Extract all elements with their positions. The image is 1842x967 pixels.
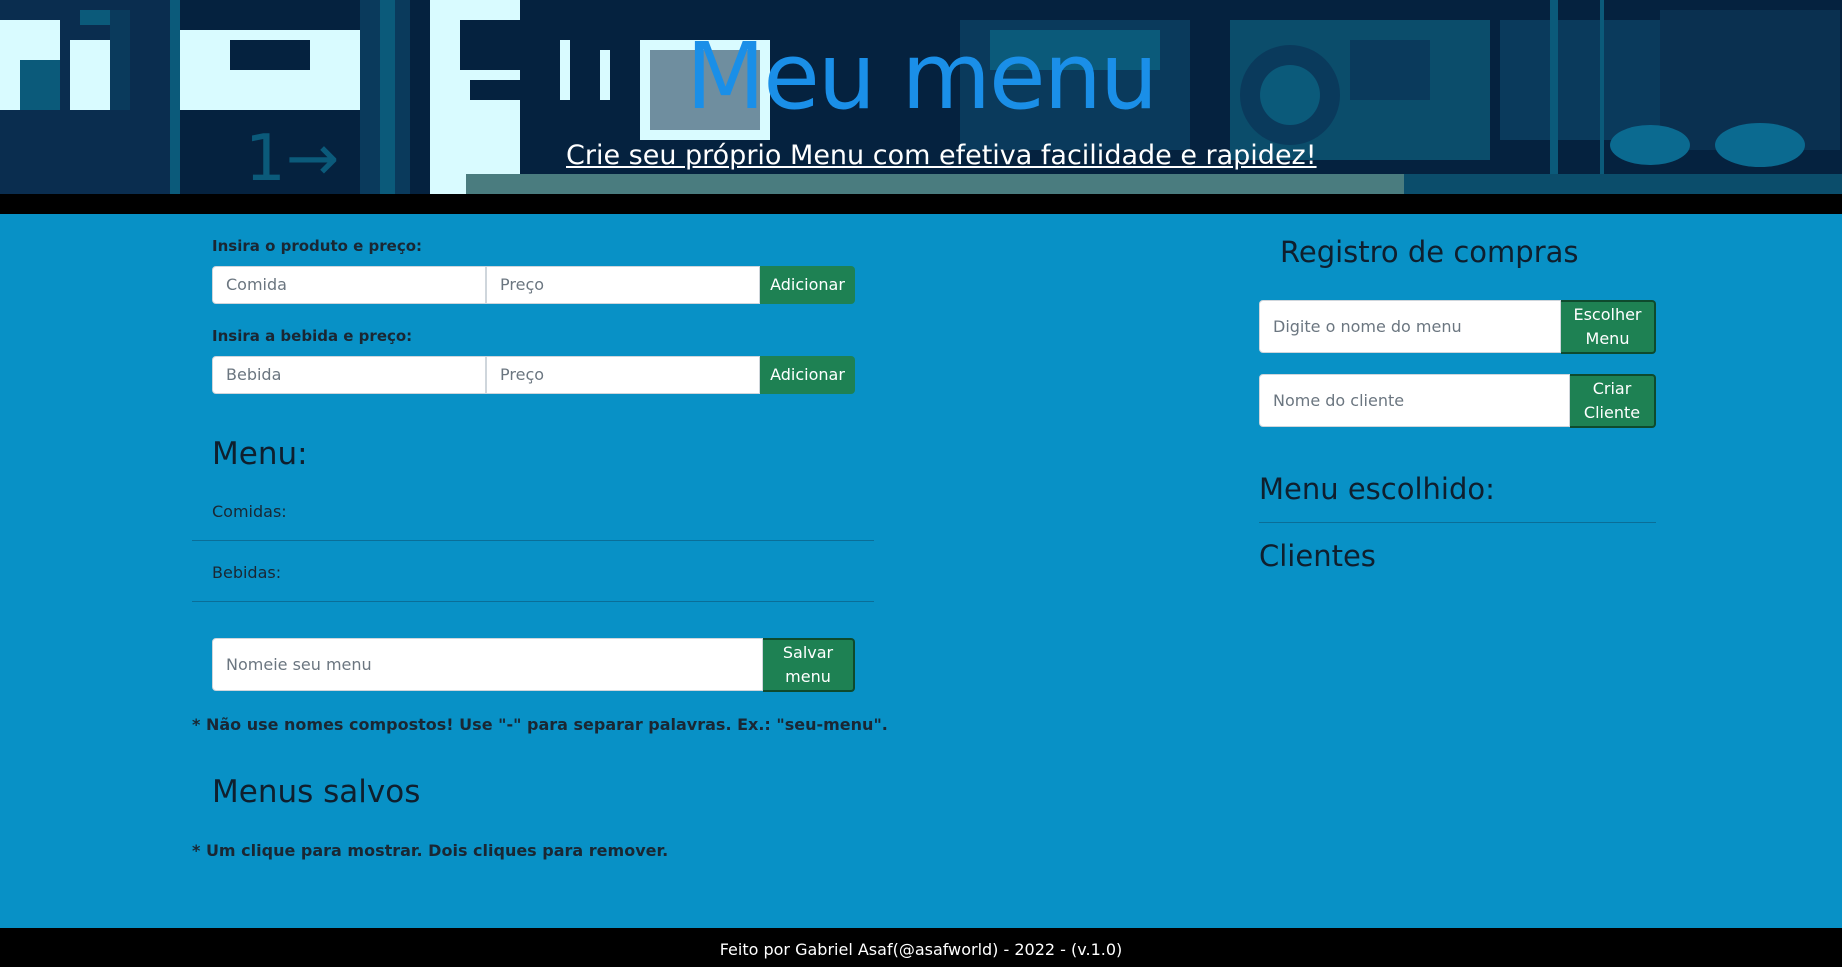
drink-form-label: Insira a bebida e preço: bbox=[212, 327, 413, 345]
add-drink-button[interactable]: Adicionar bbox=[760, 356, 855, 394]
foods-list-label: Comidas: bbox=[212, 502, 287, 521]
chosen-menu-heading: Menu escolhido: bbox=[1259, 472, 1495, 506]
create-client-label-2: Cliente bbox=[1583, 403, 1641, 422]
client-name-input[interactable]: Nome do cliente bbox=[1259, 374, 1570, 427]
drinks-list-label: Bebidas: bbox=[212, 563, 282, 582]
menu-search-input[interactable]: Digite o nome do menu bbox=[1259, 300, 1561, 353]
food-price-input[interactable]: Preço bbox=[486, 266, 760, 304]
save-menu-label-2: menu bbox=[785, 667, 831, 686]
header-banner: 1→ Meu menu Crie seu próprio Menu com ef… bbox=[0, 0, 1842, 194]
page-title: Meu menu bbox=[685, 23, 1158, 130]
saved-menus-hint: * Um clique para mostrar. Dois cliques p… bbox=[192, 841, 669, 860]
add-food-button[interactable]: Adicionar bbox=[760, 266, 855, 304]
clients-heading: Clientes bbox=[1259, 539, 1376, 573]
choose-menu-label-2: Menu bbox=[1585, 329, 1630, 348]
foods-divider bbox=[192, 540, 874, 541]
choose-menu-label-1: Escolher bbox=[1573, 305, 1642, 324]
menu-heading: Menu: bbox=[212, 436, 308, 472]
drinks-divider bbox=[192, 601, 874, 602]
chosen-menu-divider bbox=[1259, 522, 1656, 523]
svg-text:1→: 1→ bbox=[245, 122, 339, 194]
choose-menu-button[interactable]: Escolher Menu bbox=[1561, 300, 1656, 354]
menu-name-hint: * Não use nomes compostos! Use "-" para … bbox=[192, 715, 888, 734]
menu-name-input[interactable]: Nomeie seu menu bbox=[212, 638, 763, 691]
header-divider bbox=[0, 194, 1842, 214]
footer: Feito por Gabriel Asaf(@asafworld) - 202… bbox=[0, 928, 1842, 967]
save-menu-button[interactable]: Salvar menu bbox=[763, 638, 855, 692]
save-menu-label-1: Salvar bbox=[782, 643, 834, 662]
food-form-label: Insira o produto e preço: bbox=[212, 237, 423, 255]
drink-price-input[interactable]: Preço bbox=[486, 356, 760, 394]
drink-name-input[interactable]: Bebida bbox=[212, 356, 486, 394]
saved-menus-heading: Menus salvos bbox=[212, 774, 421, 810]
create-client-label-1: Criar bbox=[1592, 379, 1632, 398]
tagline-link[interactable]: Crie seu próprio Menu com efetiva facili… bbox=[566, 140, 1317, 171]
create-client-button[interactable]: Criar Cliente bbox=[1570, 374, 1656, 428]
food-name-input[interactable]: Comida bbox=[212, 266, 486, 304]
purchases-heading: Registro de compras bbox=[1280, 235, 1579, 269]
